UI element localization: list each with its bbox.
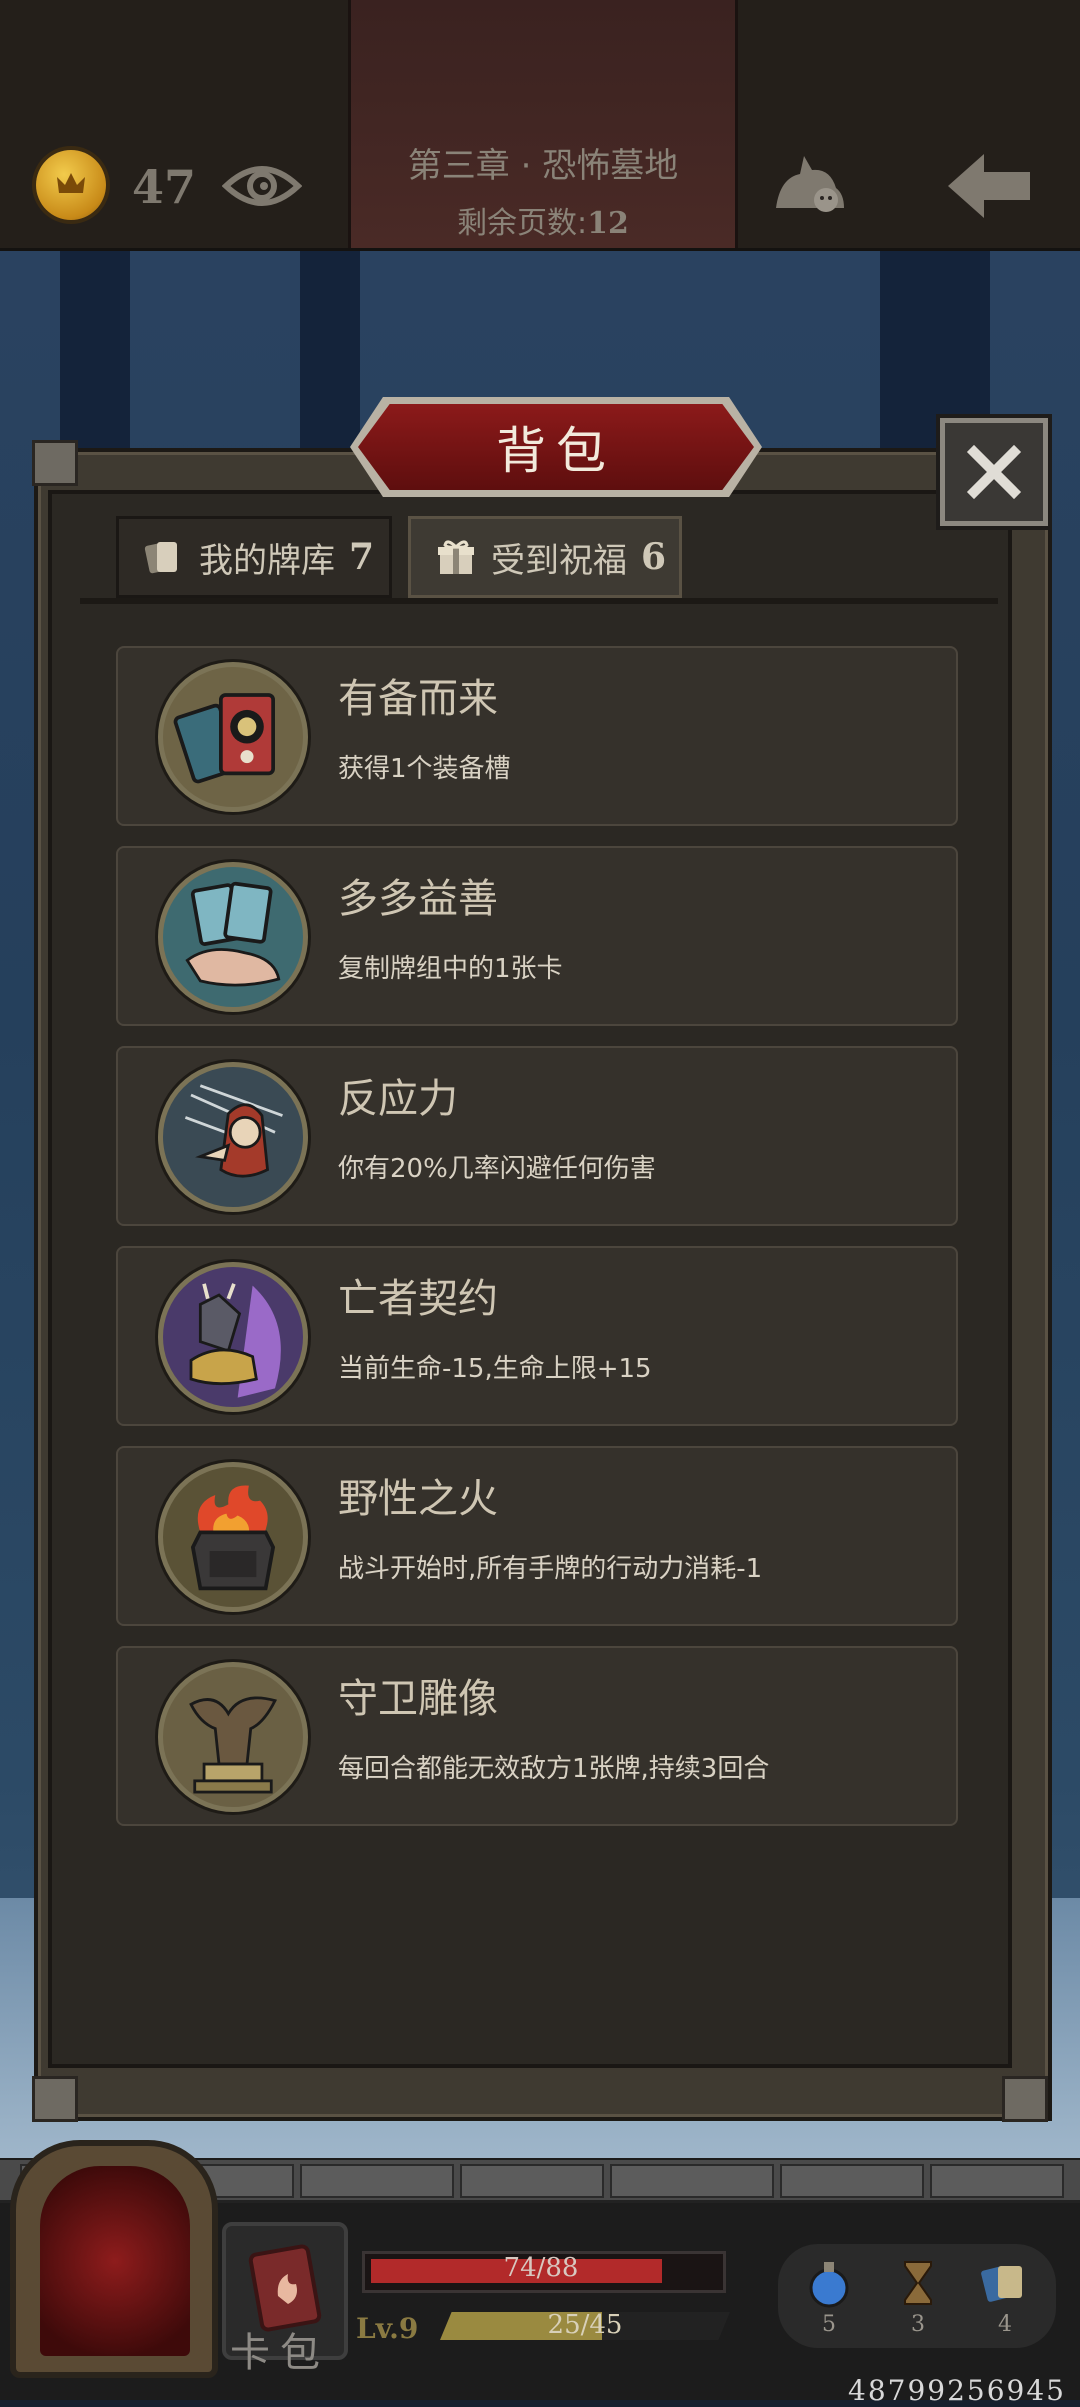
blessing-item[interactable]: 反应力 你有20%几率闪避任何伤害 <box>116 1046 958 1226</box>
user-id: 48799256945 <box>848 2374 1066 2407</box>
blessing-name: 守卫雕像 <box>338 1676 498 1722</box>
tab-count: 7 <box>349 536 375 578</box>
blessing-description: 你有20%几率闪避任何伤害 <box>338 1154 656 1184</box>
close-icon <box>966 444 1022 500</box>
tab-label: 受到祝福 <box>491 540 627 581</box>
blessing-item[interactable]: 亡者契约 当前生命-15,生命上限+15 <box>116 1246 958 1426</box>
blessing-name: 有备而来 <box>338 676 498 722</box>
blessing-description: 当前生命-15,生命上限+15 <box>338 1354 652 1384</box>
wall-brick <box>780 2164 924 2198</box>
blessing-item[interactable]: 有备而来 获得1个装备槽 <box>116 646 958 826</box>
blessing-description: 获得1个装备槽 <box>338 754 511 784</box>
back-arrow-icon[interactable] <box>944 150 1034 222</box>
coin-icon <box>36 150 106 220</box>
cards-count: 4 <box>998 2312 1012 2337</box>
blessing-name: 反应力 <box>338 1076 458 1122</box>
undead-pact-icon <box>158 1262 308 1412</box>
tab-my-deck[interactable]: 我的牌库 7 <box>116 516 392 598</box>
cards-icon <box>158 662 308 812</box>
panel-corner <box>32 2076 78 2122</box>
wall-brick <box>300 2164 454 2198</box>
wall-brick <box>610 2164 774 2198</box>
panel-corner <box>1002 2076 1048 2122</box>
wall-brick <box>930 2164 1064 2198</box>
deck-icon <box>144 542 177 574</box>
close-button[interactable] <box>940 418 1048 526</box>
blessing-description: 复制牌组中的1张卡 <box>338 954 563 984</box>
blessing-description: 每回合都能无效敌方1张牌,持续3回合 <box>338 1754 770 1784</box>
panel-title: 背包 <box>496 422 616 480</box>
tab-count: 6 <box>641 536 667 578</box>
tab-label: 我的牌库 <box>199 540 335 581</box>
tab-blessings[interactable]: 受到祝福 6 <box>408 516 682 598</box>
remaining-pages: 剩余页数:12 <box>348 198 738 242</box>
hand-cards-icon <box>158 862 308 1012</box>
blessing-name: 亡者契约 <box>338 1276 498 1322</box>
remaining-pages-label: 剩余页数: <box>457 206 588 241</box>
hp-text: 74/88 <box>503 2253 579 2283</box>
chapter-title: 第三章 · 恐怖墓地 <box>407 146 679 186</box>
fire-altar-icon <box>158 1462 308 1612</box>
level-label: Lv.9 <box>356 2312 419 2345</box>
xp-text: 25/45 <box>547 2310 623 2340</box>
wall-brick <box>460 2164 604 2198</box>
hourglass-icon[interactable] <box>893 2258 943 2308</box>
blessing-item[interactable]: 守卫雕像 每回合都能无效敌方1张牌,持续3回合 <box>116 1646 958 1826</box>
remaining-pages-value: 12 <box>587 206 629 241</box>
blessing-name: 多多益善 <box>338 876 498 922</box>
panel-corner <box>32 440 78 486</box>
cards-stack-icon[interactable] <box>980 2258 1030 2308</box>
hourglass-count: 3 <box>911 2312 925 2337</box>
coin-count: 47 <box>132 160 197 214</box>
card-bag-label: 卡包 <box>230 2330 330 2376</box>
blessing-item[interactable]: 野性之火 战斗开始时,所有手牌的行动力消耗-1 <box>116 1446 958 1626</box>
hero-avatar <box>40 2166 190 2356</box>
blessing-item[interactable]: 多多益善 复制牌组中的1张卡 <box>116 846 958 1026</box>
statue-icon <box>158 1662 308 1812</box>
title-banner: 背包 <box>358 404 754 490</box>
dodge-icon <box>158 1062 308 1212</box>
cat-spirit-icon[interactable] <box>770 148 850 218</box>
eye-icon[interactable] <box>222 158 302 214</box>
potion-icon[interactable] <box>804 2258 854 2308</box>
hero-portrait[interactable] <box>10 2140 218 2378</box>
potion-count: 5 <box>822 2312 836 2337</box>
gift-icon <box>438 540 474 574</box>
blessing-name: 野性之火 <box>338 1476 498 1522</box>
blessing-description: 战斗开始时,所有手牌的行动力消耗-1 <box>338 1554 763 1584</box>
tab-divider <box>80 598 998 604</box>
